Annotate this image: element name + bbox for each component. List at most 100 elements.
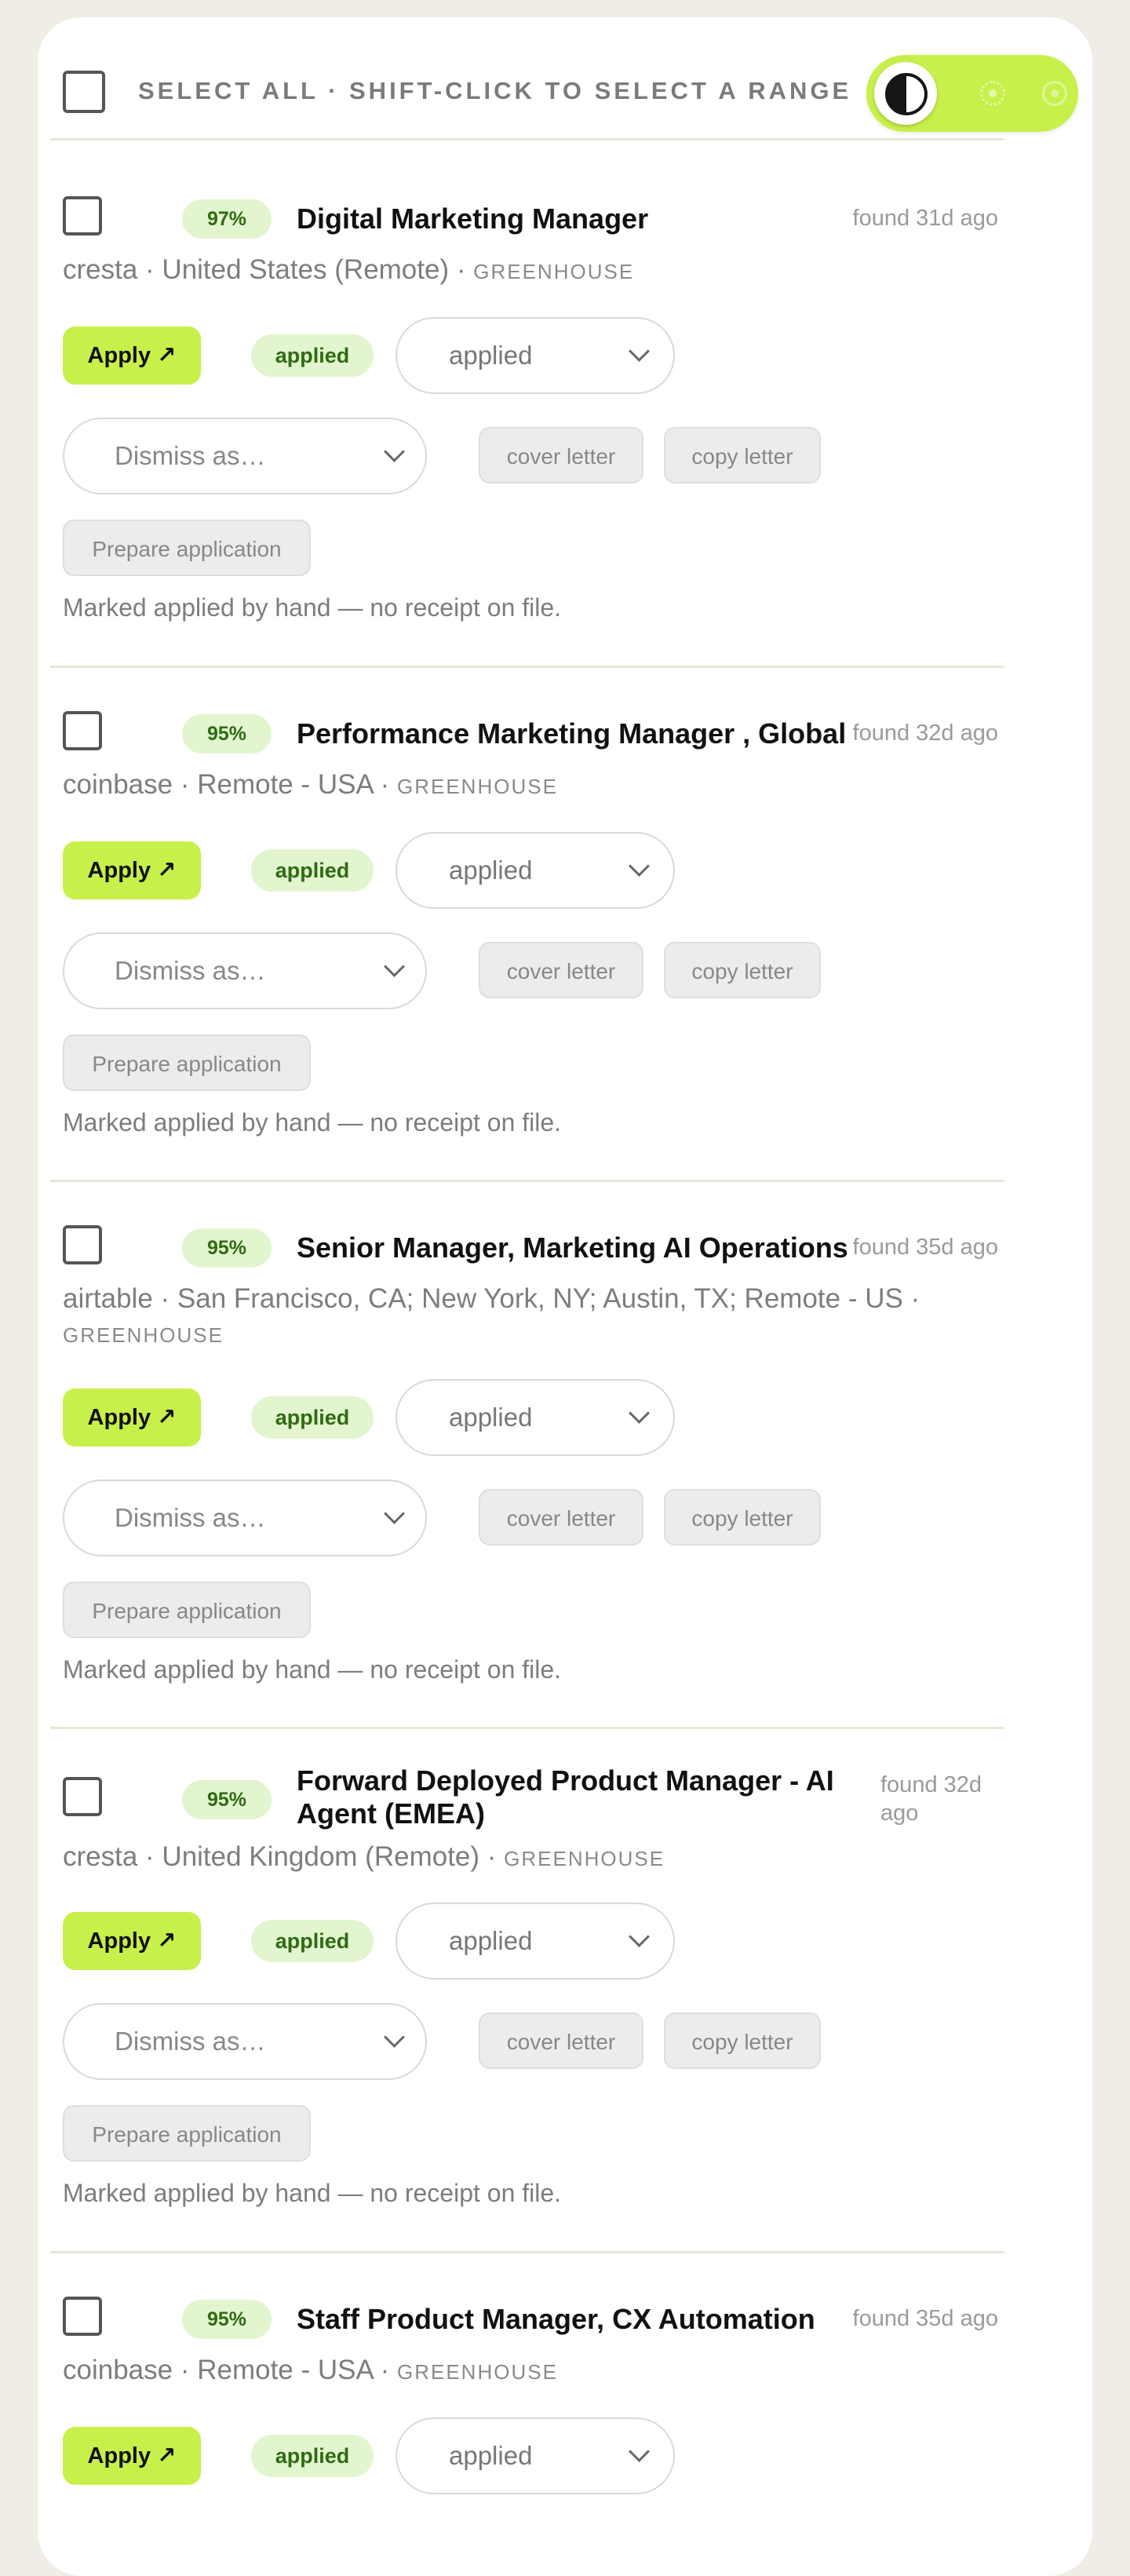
job-meta: coinbase · Remote - USA · GREENHOUSE	[63, 768, 989, 804]
apply-button[interactable]: Apply ↗	[63, 2427, 201, 2485]
source-label: GREENHOUSE	[397, 2360, 558, 2384]
sun-icon[interactable]	[980, 81, 1005, 106]
applied-status-badge: applied	[251, 334, 374, 377]
job-title[interactable]: Digital Marketing Manager	[297, 203, 893, 235]
contrast-icon	[885, 73, 928, 115]
dismiss-select-placeholder: Dismiss as…	[115, 956, 266, 985]
company-location: cresta · United Kingdom (Remote) ·	[63, 1841, 505, 1872]
job-card: 95% Staff Product Manager, CX Automation…	[50, 2251, 1004, 2512]
job-title[interactable]: Forward Deployed Product Manager - AI Ag…	[297, 1764, 869, 1830]
found-time: found 32d ago	[880, 1772, 982, 1826]
dismiss-select-placeholder: Dismiss as…	[115, 441, 266, 470]
job-card: 95% Forward Deployed Product Manager - A…	[50, 1727, 1004, 2253]
source-label: GREENHOUSE	[504, 1847, 665, 1870]
company-location: cresta · United States (Remote) ·	[63, 254, 474, 285]
application-note: Marked applied by hand — no receipt on f…	[63, 593, 562, 622]
theme-toggle[interactable]	[866, 55, 1078, 132]
job-checkbox[interactable]	[63, 711, 102, 750]
source-label: GREENHOUSE	[473, 260, 635, 283]
applied-status-badge: applied	[251, 849, 374, 892]
company-location: coinbase · Remote - USA ·	[63, 2355, 397, 2385]
status-select[interactable]: applied	[396, 2417, 675, 2494]
match-score-badge: 95%	[182, 714, 272, 753]
status-select[interactable]: applied	[396, 1903, 675, 1979]
chevron-down-icon	[629, 2441, 650, 2462]
status-select-value: applied	[449, 2441, 533, 2470]
prepare-application-button[interactable]: Prepare application	[63, 1034, 311, 1091]
job-checkbox[interactable]	[63, 2297, 102, 2336]
dismiss-select-placeholder: Dismiss as…	[115, 1503, 266, 1532]
dismiss-select[interactable]: Dismiss as…	[63, 1480, 427, 1556]
chevron-down-icon	[384, 441, 405, 462]
copy-letter-button[interactable]: copy letter	[664, 427, 821, 483]
match-score-badge: 95%	[182, 1780, 272, 1819]
status-select-value: applied	[449, 341, 533, 370]
found-time: found 35d ago	[852, 1235, 998, 1260]
applied-status-badge: applied	[251, 1396, 374, 1439]
select-all-checkbox[interactable]	[63, 71, 105, 113]
found-time: found 31d ago	[852, 206, 998, 231]
job-meta: airtable · San Francisco, CA; New York, …	[63, 1282, 989, 1352]
prepare-application-button[interactable]: Prepare application	[63, 520, 311, 576]
copy-letter-button[interactable]: copy letter	[664, 942, 821, 998]
application-note: Marked applied by hand — no receipt on f…	[63, 2179, 562, 2207]
select-all-label: SELECT ALL · SHIFT-CLICK TO SELECT A RAN…	[138, 77, 852, 104]
match-score-badge: 97%	[182, 199, 272, 239]
chevron-down-icon	[629, 341, 650, 362]
theme-knob[interactable]	[874, 62, 937, 125]
status-select[interactable]: applied	[396, 832, 675, 909]
job-title[interactable]: Performance Marketing Manager , Global	[297, 717, 893, 750]
job-card: 97% Digital Marketing Manager found 31d …	[50, 140, 1004, 668]
chevron-down-icon	[629, 856, 650, 877]
company-location: coinbase · Remote - USA ·	[63, 769, 397, 800]
dismiss-select-placeholder: Dismiss as…	[115, 2027, 266, 2056]
job-meta: cresta · United States (Remote) · GREENH…	[63, 253, 989, 289]
job-meta: coinbase · Remote - USA · GREENHOUSE	[63, 2353, 989, 2389]
chevron-down-icon	[629, 1403, 650, 1424]
job-checkbox[interactable]	[63, 196, 102, 235]
match-score-badge: 95%	[182, 2300, 272, 2339]
cover-letter-button[interactable]: cover letter	[479, 1489, 643, 1545]
status-select-value: applied	[449, 1926, 533, 1955]
application-note: Marked applied by hand — no receipt on f…	[63, 1108, 562, 1137]
chevron-down-icon	[384, 1503, 405, 1524]
job-meta: cresta · United Kingdom (Remote) · GREEN…	[63, 1840, 989, 1876]
job-title[interactable]: Senior Manager, Marketing AI Operations	[297, 1231, 893, 1264]
cover-letter-button[interactable]: cover letter	[479, 942, 643, 998]
select-all-bar: SELECT ALL · SHIFT-CLICK TO SELECT A RAN…	[50, 44, 1078, 140]
prepare-application-button[interactable]: Prepare application	[63, 1582, 311, 1638]
apply-button[interactable]: Apply ↗	[63, 841, 201, 899]
job-title[interactable]: Staff Product Manager, CX Automation	[297, 2303, 893, 2336]
applied-status-badge: applied	[251, 1920, 374, 1962]
application-note: Marked applied by hand — no receipt on f…	[63, 1655, 562, 1684]
source-label: GREENHOUSE	[397, 775, 558, 798]
job-card: 95% Senior Manager, Marketing AI Operati…	[50, 1180, 1004, 1729]
copy-letter-button[interactable]: copy letter	[664, 2012, 821, 2069]
dismiss-select[interactable]: Dismiss as…	[63, 2003, 427, 2080]
found-time: found 32d ago	[852, 721, 998, 746]
company-location: airtable · San Francisco, CA; New York, …	[63, 1283, 920, 1314]
dismiss-select[interactable]: Dismiss as…	[63, 932, 427, 1009]
chevron-down-icon	[384, 2027, 405, 2048]
status-select[interactable]: applied	[396, 1379, 675, 1456]
apply-button[interactable]: Apply ↗	[63, 327, 201, 385]
job-checkbox[interactable]	[63, 1225, 102, 1264]
status-select[interactable]: applied	[396, 317, 675, 394]
applied-status-badge: applied	[251, 2435, 374, 2477]
apply-button[interactable]: Apply ↗	[63, 1388, 201, 1447]
moon-icon[interactable]	[1042, 81, 1067, 106]
source-label: GREENHOUSE	[63, 1323, 224, 1347]
chevron-down-icon	[384, 956, 405, 977]
found-time: found 35d ago	[852, 2306, 998, 2331]
prepare-application-button[interactable]: Prepare application	[63, 2105, 311, 2162]
dismiss-select[interactable]: Dismiss as…	[63, 418, 427, 494]
status-select-value: applied	[449, 1403, 533, 1432]
apply-button[interactable]: Apply ↗	[63, 1912, 201, 1970]
cover-letter-button[interactable]: cover letter	[479, 2012, 643, 2069]
chevron-down-icon	[629, 1926, 650, 1947]
job-card: 95% Performance Marketing Manager , Glob…	[50, 666, 1004, 1182]
copy-letter-button[interactable]: copy letter	[664, 1489, 821, 1545]
status-select-value: applied	[449, 856, 533, 885]
job-checkbox[interactable]	[63, 1777, 102, 1816]
cover-letter-button[interactable]: cover letter	[479, 427, 643, 483]
